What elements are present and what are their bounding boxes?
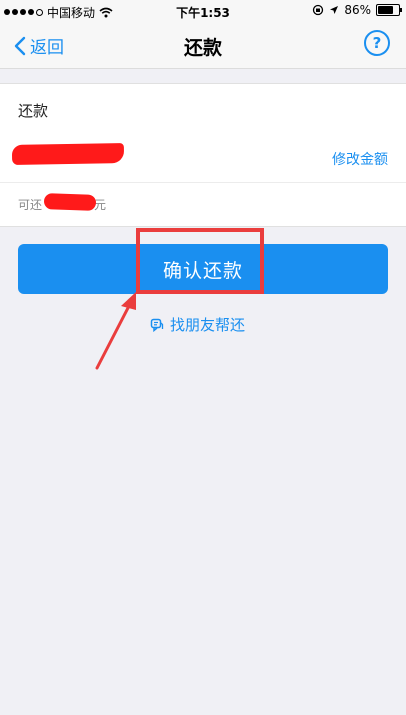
location-icon — [330, 6, 339, 14]
annotation-arrow — [95, 292, 136, 370]
ask-friend-link[interactable]: 找朋友帮还 — [150, 314, 245, 335]
available-prefix: 可还 — [18, 198, 43, 212]
help-icon[interactable]: ? — [364, 30, 390, 56]
divider — [0, 182, 406, 183]
modify-amount-link[interactable]: 修改金额 — [332, 149, 388, 169]
page-title: 还款 — [183, 37, 222, 59]
status-right: 86% — [312, 3, 402, 17]
amount-redaction — [11, 143, 125, 165]
rotation-lock-icon — [313, 4, 324, 16]
repayment-screen: 中国移动 下午1:53 86% 返回 还款 ? 还款 修改金额 可还 元 确认还… — [0, 0, 406, 715]
status-bar: 中国移动 下午1:53 86% — [0, 0, 406, 22]
battery-icon — [376, 4, 402, 16]
annotation-highlight-box — [136, 228, 264, 294]
battery-percent: 86% — [344, 3, 371, 17]
repayment-card: 还款 修改金额 可还元 — [0, 83, 406, 227]
ask-friend-label: 找朋友帮还 — [170, 316, 246, 334]
available-redaction — [43, 193, 97, 211]
card-title: 还款 — [18, 102, 49, 120]
navigation-bar: 返回 还款 ? — [0, 22, 406, 69]
chat-bubble-icon — [150, 318, 164, 332]
